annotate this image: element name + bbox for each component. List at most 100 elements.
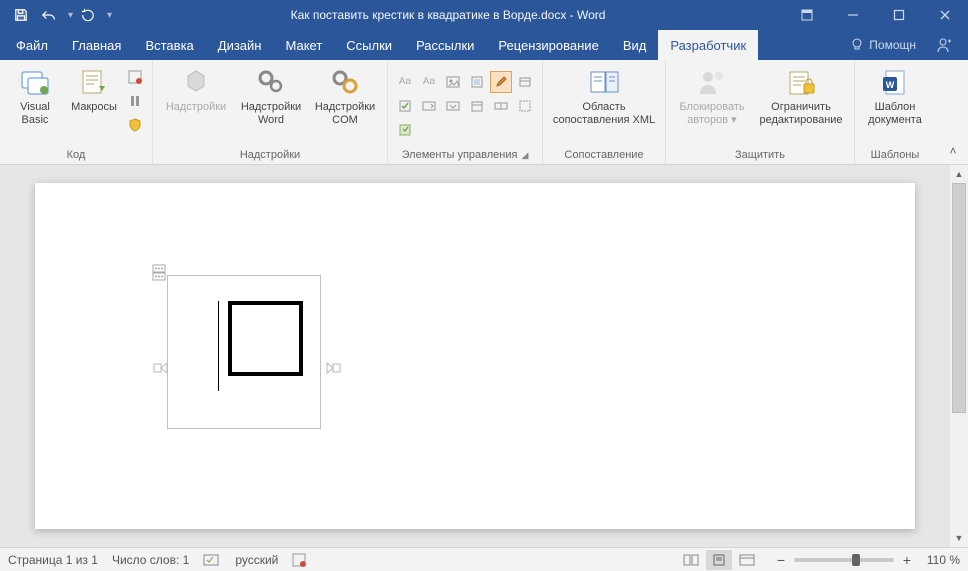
- tab-review[interactable]: Рецензирование: [486, 30, 610, 60]
- margin-marker-right-icon: [325, 361, 341, 375]
- restrict-editing-button[interactable]: Ограничить редактирование: [754, 64, 848, 126]
- minimize-button[interactable]: [830, 0, 876, 30]
- group-addins-label: Надстройки: [240, 149, 300, 161]
- restrict-editing-icon: [785, 66, 817, 98]
- checkbox-control-button[interactable]: [394, 95, 416, 117]
- tab-layout[interactable]: Макет: [273, 30, 334, 60]
- addins-button[interactable]: Надстройки: [159, 64, 233, 114]
- zoom-slider[interactable]: [794, 558, 894, 562]
- zoom-level-label[interactable]: 110 %: [920, 553, 960, 567]
- page[interactable]: [35, 183, 915, 529]
- svg-text:W: W: [886, 80, 895, 90]
- undo-dropdown-icon[interactable]: ▾: [68, 10, 73, 21]
- group-mapping-label: Сопоставление: [564, 149, 643, 161]
- close-button[interactable]: [922, 0, 968, 30]
- visual-basic-button[interactable]: Visual Basic: [6, 64, 64, 126]
- proofing-icon: [203, 553, 221, 567]
- word-count-status[interactable]: Число слов: 1: [112, 553, 189, 567]
- tab-mailings[interactable]: Рассылки: [404, 30, 486, 60]
- save-icon[interactable]: [8, 3, 34, 27]
- word-addins-label: Надстройки Word: [241, 101, 301, 126]
- scroll-down-button[interactable]: ▼: [950, 529, 968, 547]
- scroll-thumb[interactable]: [952, 183, 966, 413]
- page-number-status[interactable]: Страница 1 из 1: [8, 553, 98, 567]
- macros-button[interactable]: Макросы: [66, 64, 122, 114]
- share-button[interactable]: [930, 32, 956, 58]
- picture-control-button[interactable]: [442, 71, 464, 93]
- zoom-slider-thumb[interactable]: [852, 554, 860, 566]
- macro-record-status[interactable]: [292, 553, 308, 567]
- tell-me-label: Помощн: [869, 38, 916, 52]
- block-authors-button[interactable]: Блокировать авторов ▾: [672, 64, 752, 126]
- word-addins-icon: [255, 66, 287, 98]
- tab-insert[interactable]: Вставка: [133, 30, 205, 60]
- spell-check-status[interactable]: [203, 553, 221, 567]
- tab-file[interactable]: Файл: [4, 30, 60, 60]
- content-control-frame[interactable]: [167, 275, 321, 429]
- zoom-out-button[interactable]: −: [774, 552, 788, 568]
- group-controls-label: Элементы управления: [402, 149, 518, 161]
- word-count-label: Число слов: 1: [112, 553, 189, 567]
- design-mode-button[interactable]: [490, 71, 512, 93]
- macro-security-button[interactable]: [124, 114, 146, 136]
- group-control-button[interactable]: [514, 95, 536, 117]
- word-addins-button[interactable]: Надстройки Word: [235, 64, 307, 126]
- legacy-tools-button[interactable]: [394, 119, 416, 141]
- tab-view[interactable]: Вид: [611, 30, 659, 60]
- dropdown-control-button[interactable]: [442, 95, 464, 117]
- plain-text-control-button[interactable]: Aa: [418, 71, 440, 93]
- language-label: русский: [235, 553, 278, 567]
- view-buttons: [678, 550, 760, 570]
- redo-icon[interactable]: [75, 3, 101, 27]
- com-addins-icon: [329, 66, 361, 98]
- document-template-icon: W: [879, 66, 911, 98]
- combobox-control-button[interactable]: [418, 95, 440, 117]
- collapse-ribbon-button[interactable]: ˄: [944, 142, 962, 160]
- addins-label: Надстройки: [166, 101, 226, 114]
- text-cursor: [218, 301, 219, 391]
- zoom-in-button[interactable]: +: [900, 552, 914, 568]
- lightbulb-icon: [849, 37, 865, 53]
- control-properties-button[interactable]: [514, 71, 536, 93]
- tab-design[interactable]: Дизайн: [206, 30, 274, 60]
- record-macro-button[interactable]: [124, 66, 146, 88]
- xml-mapping-icon: [588, 66, 620, 98]
- document-area: ▲ ▼: [0, 165, 968, 547]
- group-code-label: Код: [67, 149, 86, 161]
- scroll-up-button[interactable]: ▲: [950, 165, 968, 183]
- ribbon: Visual Basic Макросы Код Надстройки Надс…: [0, 60, 968, 165]
- scroll-track[interactable]: [950, 183, 968, 529]
- tab-home[interactable]: Главная: [60, 30, 133, 60]
- group-templates: W Шаблон документа Шаблоны: [855, 60, 935, 164]
- undo-icon[interactable]: [36, 3, 62, 27]
- vertical-scrollbar[interactable]: ▲ ▼: [950, 165, 968, 547]
- building-block-control-button[interactable]: [466, 71, 488, 93]
- macros-icon: [78, 66, 110, 98]
- pause-recording-button[interactable]: [124, 90, 146, 112]
- group-controls: Aa Aa Элементы управления ◢: [388, 60, 543, 164]
- document-template-label: Шаблон документа: [868, 101, 922, 126]
- window-title: Как поставить крестик в квадратике в Вор…: [112, 8, 784, 22]
- print-layout-button[interactable]: [706, 550, 732, 570]
- ribbon-display-options-icon[interactable]: [784, 0, 830, 30]
- rich-text-control-button[interactable]: Aa: [394, 71, 416, 93]
- group-addins: Надстройки Надстройки Word Надстройки CO…: [153, 60, 388, 164]
- restrict-editing-label: Ограничить редактирование: [759, 101, 842, 126]
- tell-me-search[interactable]: Помощн: [841, 30, 924, 60]
- xml-mapping-pane-button[interactable]: Область сопоставления XML: [549, 64, 659, 126]
- date-picker-control-button[interactable]: [466, 95, 488, 117]
- checkbox-shape[interactable]: [228, 301, 303, 376]
- page-number-label: Страница 1 из 1: [8, 553, 98, 567]
- com-addins-button[interactable]: Надстройки COM: [309, 64, 381, 126]
- repeating-section-control-button[interactable]: [490, 95, 512, 117]
- maximize-button[interactable]: [876, 0, 922, 30]
- web-layout-button[interactable]: [734, 550, 760, 570]
- language-status[interactable]: русский: [235, 553, 278, 567]
- tab-references[interactable]: Ссылки: [334, 30, 404, 60]
- document-template-button[interactable]: W Шаблон документа: [861, 64, 929, 126]
- read-mode-button[interactable]: [678, 550, 704, 570]
- document-scroll[interactable]: [0, 165, 950, 547]
- addins-icon: [180, 66, 212, 98]
- tab-developer[interactable]: Разработчик: [658, 30, 758, 60]
- controls-dialog-launcher[interactable]: ◢: [521, 150, 528, 161]
